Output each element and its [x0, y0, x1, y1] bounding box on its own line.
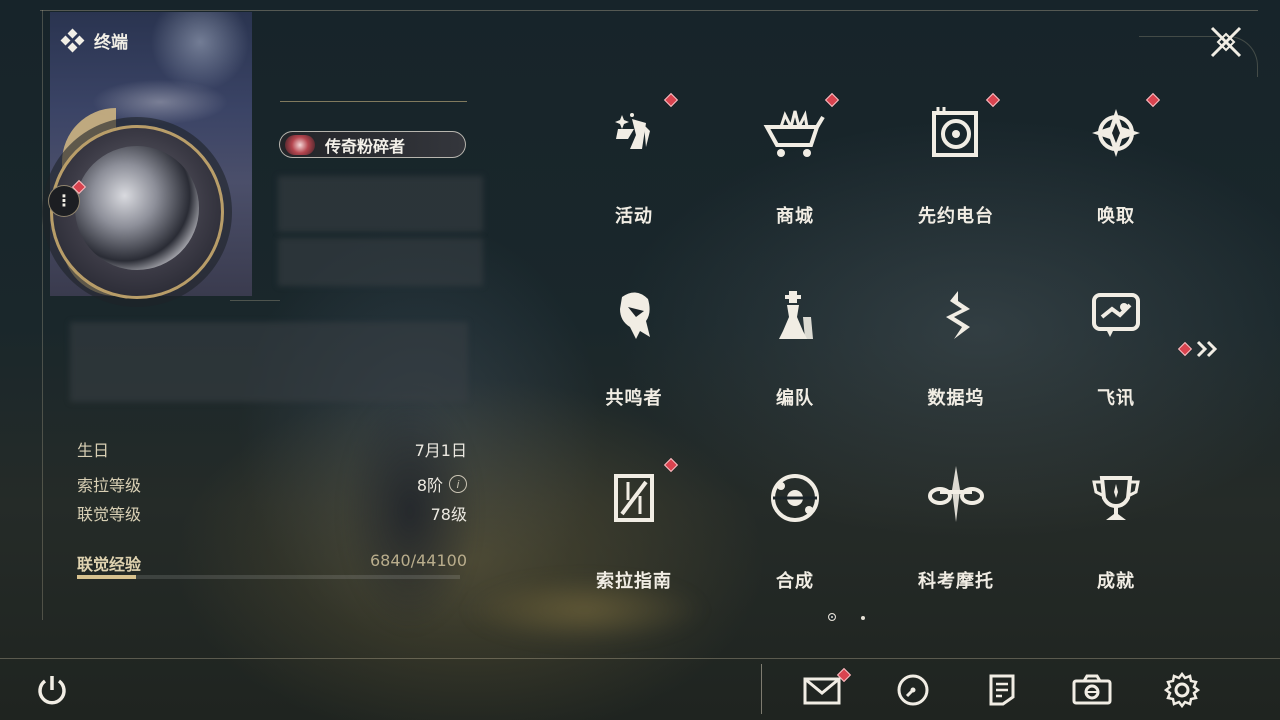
activity-icon	[615, 113, 650, 149]
menu-item-achievement[interactable]: 成就	[1046, 460, 1186, 620]
terminal-header: 终端	[60, 28, 128, 53]
summon-icon	[1092, 109, 1140, 157]
page-indicator[interactable]	[861, 616, 865, 620]
next-page-button[interactable]	[1177, 340, 1220, 358]
title-badge[interactable]: 传奇粉碎者	[279, 131, 466, 158]
clock-icon	[897, 674, 929, 706]
data-bank-icon	[946, 291, 970, 339]
stat-value: 7月1日	[414, 441, 467, 460]
blurred-uid-area	[278, 238, 483, 286]
notes-button[interactable]	[982, 670, 1022, 710]
time-button[interactable]	[893, 670, 933, 710]
title-emblem-icon	[285, 134, 315, 155]
stat-value-wrap: 8阶 i	[417, 472, 467, 496]
bottom-bar-separator	[761, 664, 762, 714]
notification-dot	[1145, 92, 1161, 108]
team-chess-icon	[779, 291, 813, 339]
menu-item-label: 飞讯	[1097, 388, 1135, 409]
exp-progress-bar	[77, 575, 460, 579]
stat-value: 78级	[430, 505, 467, 524]
notes-icon	[989, 674, 1015, 706]
stat-label: 索拉等级	[77, 476, 142, 495]
stat-sola-level: 索拉等级 8阶 i	[77, 472, 467, 496]
radio-icon	[932, 107, 978, 157]
stat-birthday: 生日 7月1日	[77, 437, 467, 461]
avatar-image	[75, 146, 199, 270]
menu-item-shop[interactable]: 商城	[725, 92, 865, 255]
stat-value: 8阶	[416, 476, 443, 495]
bottom-bar-line	[0, 658, 1280, 659]
notification-dot	[1177, 341, 1193, 357]
double-chevron-right-icon	[1196, 340, 1218, 358]
avatar[interactable]	[50, 125, 224, 299]
stat-union-level: 联觉等级 78级	[77, 501, 467, 525]
mail-button[interactable]	[803, 667, 852, 710]
mail-icon	[803, 677, 841, 705]
menu-item-label: 先约电台	[918, 206, 994, 227]
menu-item-synthesis[interactable]: 合成	[725, 460, 865, 620]
menu-item-team[interactable]: 编队	[725, 277, 865, 437]
guide-icon	[614, 474, 654, 522]
menu-item-label: 合成	[776, 571, 814, 592]
notification-dot	[663, 92, 679, 108]
menu-item-label: 活动	[615, 206, 653, 227]
menu-item-label: 成就	[1097, 571, 1135, 592]
message-icon	[1092, 293, 1140, 337]
menu-item-databank[interactable]: 数据坞	[886, 277, 1026, 437]
terminal-title: 终端	[94, 33, 128, 53]
stat-label: 生日	[77, 441, 110, 460]
menu-item-label: 编队	[776, 388, 814, 409]
page-indicator-active[interactable]	[828, 613, 836, 621]
menu-item-summon[interactable]: 唤取	[1046, 92, 1186, 255]
exp-progress-fill	[77, 575, 137, 579]
menu-item-activity[interactable]: 活动	[564, 92, 704, 255]
info-icon[interactable]: i	[449, 475, 467, 493]
trophy-icon	[1092, 476, 1140, 520]
synthesis-icon	[771, 474, 819, 522]
resonator-icon	[620, 292, 650, 339]
menu-item-label: 唤取	[1097, 206, 1135, 227]
menu-item-guide[interactable]: 索拉指南	[564, 457, 704, 620]
settings-button[interactable]	[1162, 670, 1202, 710]
menu-item-motorcycle[interactable]: 科考摩托	[886, 460, 1026, 620]
stat-label: 联觉等级	[77, 505, 142, 524]
notification-dot	[824, 92, 840, 108]
terminal-diamond-icon	[60, 28, 85, 52]
menu-item-label: 数据坞	[927, 388, 985, 409]
name-underline	[280, 101, 467, 102]
camera-icon	[1072, 674, 1112, 705]
exp-value: 6840/44100	[369, 551, 467, 570]
blurred-name-area	[278, 176, 483, 232]
notification-dot	[985, 92, 1001, 108]
power-icon	[38, 676, 66, 705]
settings-gear-icon	[1164, 672, 1200, 708]
title-badge-label: 传奇粉碎者	[325, 136, 406, 156]
frame-top-line	[40, 10, 1258, 11]
menu-item-label: 索拉指南	[596, 571, 672, 592]
menu-item-label: 科考摩托	[918, 571, 994, 592]
profile-divider	[230, 300, 280, 301]
menu-item-message[interactable]: 飞讯	[1046, 277, 1186, 437]
shop-cart-icon	[763, 110, 825, 157]
camera-button[interactable]	[1072, 670, 1112, 710]
menu-item-radio[interactable]: 先约电台	[886, 92, 1026, 255]
frame-left-line	[42, 10, 43, 620]
power-button[interactable]	[32, 670, 72, 710]
menu-item-resonator[interactable]: 共鸣者	[564, 277, 704, 437]
menu-item-label: 商城	[776, 206, 814, 227]
menu-item-label: 共鸣者	[605, 388, 663, 409]
notification-dot	[663, 457, 679, 473]
exp-label: 联觉经验	[77, 555, 142, 574]
close-icon[interactable]	[1208, 24, 1244, 60]
motorcycle-icon	[928, 466, 984, 522]
blurred-signature-area	[70, 322, 468, 402]
